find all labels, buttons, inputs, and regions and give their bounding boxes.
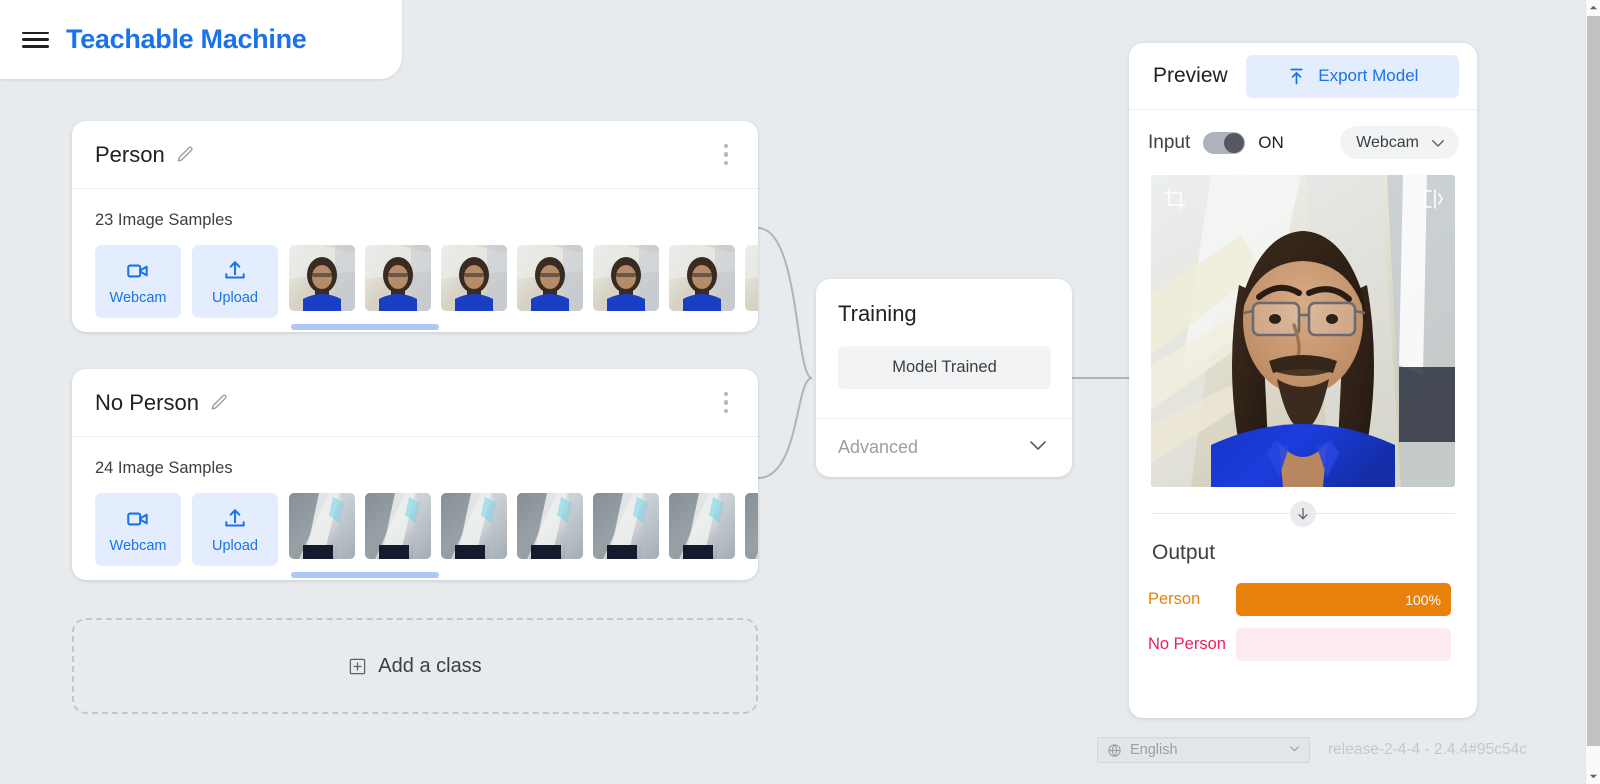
- footer: English release-2-4-4 - 2.4.4#95c54c: [1097, 737, 1527, 763]
- thumbnail[interactable]: [593, 493, 659, 559]
- chevron-down-icon: [1026, 433, 1050, 462]
- thumbnail[interactable]: [365, 493, 431, 559]
- globe-icon: [1107, 743, 1122, 758]
- sample-count-no-person: 24 Image Samples: [95, 459, 758, 478]
- thumbnail[interactable]: [669, 493, 735, 559]
- thumbnail-strip-person[interactable]: [289, 245, 758, 311]
- upload-label-no-person: Upload: [212, 538, 258, 554]
- pencil-icon[interactable]: [176, 145, 195, 164]
- output-label-no-person: No Person: [1148, 634, 1236, 655]
- thumbnail[interactable]: [669, 245, 735, 311]
- class-name-no-person[interactable]: No Person: [95, 390, 199, 416]
- upload-icon: [222, 258, 248, 284]
- thumbnail[interactable]: [745, 245, 758, 311]
- sample-controls-no-person: Webcam Upload: [95, 493, 758, 566]
- thumbnail[interactable]: [745, 493, 758, 559]
- input-toggle[interactable]: [1203, 132, 1245, 154]
- webcam-label-person: Webcam: [110, 290, 167, 306]
- upload-button-person[interactable]: Upload: [192, 245, 278, 318]
- class-card-person: Person 23 Image Samples Webcam: [72, 121, 758, 332]
- thumbnail[interactable]: [289, 245, 355, 311]
- training-top: Training Model Trained: [816, 279, 1072, 419]
- caret-up-icon[interactable]: [1586, 0, 1600, 15]
- class-name-person[interactable]: Person: [95, 142, 165, 168]
- upload-label-person: Upload: [212, 290, 258, 306]
- preview-title: Preview: [1153, 64, 1228, 88]
- thumbnail-scrollbar-no-person[interactable]: [291, 572, 439, 578]
- input-source-value: Webcam: [1356, 134, 1419, 152]
- training-panel: Training Model Trained Advanced: [816, 279, 1072, 477]
- output-row-person: Person 100%: [1148, 583, 1451, 616]
- input-source-select[interactable]: Webcam: [1340, 126, 1459, 159]
- video-camera-icon: [125, 258, 151, 284]
- preview-output-divider: [1129, 501, 1477, 527]
- add-class-button[interactable]: Add a class: [72, 618, 758, 714]
- input-label: Input: [1148, 132, 1190, 154]
- preview-panel: Preview Export Model Input ON Webcam: [1129, 43, 1477, 718]
- page-scrollbar[interactable]: [1585, 0, 1600, 784]
- thumbnail[interactable]: [517, 493, 583, 559]
- train-model-button[interactable]: Model Trained: [838, 346, 1051, 389]
- video-camera-icon: [125, 506, 151, 532]
- flip-camera-icon[interactable]: [1421, 187, 1445, 211]
- chevron-down-icon: [1288, 742, 1301, 758]
- plus-square-icon: [348, 657, 367, 676]
- export-upload-icon: [1286, 66, 1307, 87]
- upload-icon: [222, 506, 248, 532]
- webcam-button-no-person[interactable]: Webcam: [95, 493, 181, 566]
- sample-controls-person: Webcam Upload: [95, 245, 758, 318]
- arrow-down-icon[interactable]: [1290, 501, 1316, 527]
- app-header: Teachable Machine: [0, 0, 402, 79]
- webcam-label-no-person: Webcam: [110, 538, 167, 554]
- thumbnail[interactable]: [289, 493, 355, 559]
- add-class-label: Add a class: [378, 655, 481, 678]
- input-row: Input ON Webcam: [1129, 110, 1477, 175]
- version-label: release-2-4-4 - 2.4.4#95c54c: [1328, 741, 1527, 759]
- thumbnail[interactable]: [441, 493, 507, 559]
- upload-button-no-person[interactable]: Upload: [192, 493, 278, 566]
- thumbnail[interactable]: [593, 245, 659, 311]
- sample-count-person: 23 Image Samples: [95, 211, 758, 230]
- output-row-no-person: No Person: [1148, 628, 1451, 661]
- class-card-header: Person: [72, 121, 758, 189]
- preview-header: Preview Export Model: [1129, 43, 1477, 110]
- thumbnail[interactable]: [365, 245, 431, 311]
- webcam-button-person[interactable]: Webcam: [95, 245, 181, 318]
- output-section: Output Person 100% No Person: [1129, 527, 1477, 661]
- output-title: Output: [1152, 541, 1451, 565]
- output-percent-person: 100%: [1405, 592, 1441, 608]
- class-card-header: No Person: [72, 369, 758, 437]
- output-bar-no-person: [1236, 628, 1451, 661]
- app-title: Teachable Machine: [66, 24, 306, 55]
- training-title: Training: [838, 301, 1050, 327]
- pencil-icon[interactable]: [210, 393, 229, 412]
- class-menu-person[interactable]: [716, 138, 737, 172]
- crop-icon[interactable]: [1163, 187, 1187, 211]
- advanced-label: Advanced: [838, 437, 918, 458]
- chevron-down-icon: [1429, 134, 1447, 152]
- class-card-body: 23 Image Samples Webcam Upload: [72, 189, 758, 318]
- webcam-preview[interactable]: [1151, 175, 1455, 487]
- class-card-no-person: No Person 24 Image Samples Webcam: [72, 369, 758, 580]
- advanced-toggle[interactable]: Advanced: [816, 419, 1072, 476]
- thumbnail-scrollbar-person[interactable]: [291, 324, 439, 330]
- class-menu-no-person[interactable]: [716, 386, 737, 420]
- language-select[interactable]: English: [1097, 737, 1310, 763]
- toggle-knob: [1224, 133, 1244, 153]
- thumbnail-strip-no-person[interactable]: [289, 493, 758, 559]
- toggle-state-label: ON: [1258, 133, 1284, 153]
- scrollbar-thumb[interactable]: [1587, 16, 1600, 746]
- caret-down-icon[interactable]: [1586, 769, 1600, 784]
- output-bar-person: 100%: [1236, 583, 1451, 616]
- thumbnail[interactable]: [517, 245, 583, 311]
- hamburger-icon[interactable]: [22, 30, 49, 50]
- language-value: English: [1130, 742, 1178, 758]
- app-root: Teachable Machine Person 23 Image Sample…: [0, 0, 1600, 784]
- export-model-button[interactable]: Export Model: [1246, 55, 1459, 98]
- thumbnail[interactable]: [441, 245, 507, 311]
- output-label-person: Person: [1148, 589, 1236, 610]
- export-model-label: Export Model: [1318, 66, 1418, 86]
- class-card-body: 24 Image Samples Webcam Upload: [72, 437, 758, 566]
